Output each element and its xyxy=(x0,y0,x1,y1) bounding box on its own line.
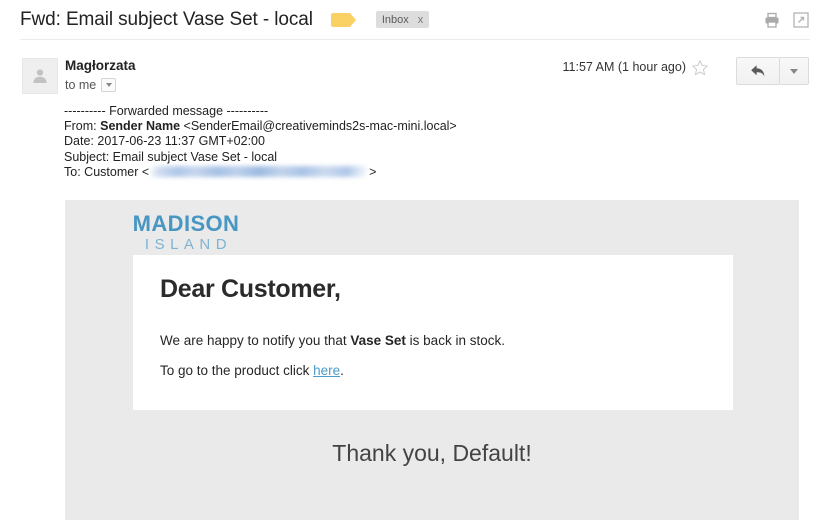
subject-bar: Fwd: Email subject Vase Set - local Inbo… xyxy=(0,0,823,39)
product-name: Vase Set xyxy=(350,333,406,348)
forwarded-from-line: From: Sender Name <SenderEmail@creativem… xyxy=(64,119,457,134)
forwarded-separator: ---------- Forwarded message ---------- xyxy=(64,104,269,118)
print-icon[interactable] xyxy=(764,12,780,33)
chevron-down-icon xyxy=(790,68,798,74)
product-link[interactable]: here xyxy=(313,363,340,378)
brand-logo-primary: MADISON xyxy=(132,211,240,236)
page-title: Fwd: Email subject Vase Set - local xyxy=(20,8,313,30)
date-label: Date: xyxy=(64,134,94,149)
brand-logo-secondary: ISLAND xyxy=(144,236,233,253)
inbox-chip-label: Inbox xyxy=(381,13,409,26)
forwarded-message-header: ---------- Forwarded message ---------- … xyxy=(64,104,457,180)
email-content-card: Dear Customer, We are happy to notify yo… xyxy=(133,255,733,410)
recipient-row[interactable]: to me xyxy=(65,78,117,92)
label-tag-icon[interactable] xyxy=(330,12,356,27)
forwarded-subject-line: Subject: Email subject Vase Set - local xyxy=(64,150,457,165)
email-body-canvas: MADISON ISLAND Dear Customer, We are hap… xyxy=(65,200,799,520)
stock-text-suffix: is back in stock. xyxy=(405,333,505,348)
subject-value: Email subject Vase Set - local xyxy=(112,149,278,164)
close-icon[interactable]: x xyxy=(418,14,424,26)
star-icon[interactable] xyxy=(691,59,709,82)
date-value: 2017-06-23 11:37 GMT+02:00 xyxy=(97,134,265,149)
forwarded-to-line: To: Customer < > xyxy=(64,165,457,180)
open-in-new-window-icon[interactable] xyxy=(793,12,809,33)
product-link-text: To go to the product click here. xyxy=(160,363,344,378)
person-avatar-icon xyxy=(33,69,47,83)
email-footer-text: Thank you, Default! xyxy=(332,440,532,466)
forwarded-date-line: Date: 2017-06-23 11:37 GMT+02:00 xyxy=(64,134,457,149)
sender-name[interactable]: Magłorzata xyxy=(65,58,136,73)
to-name: Customer xyxy=(84,164,139,179)
reply-arrow-icon xyxy=(751,65,765,77)
subject-label: Subject: xyxy=(64,149,110,164)
brand-logo: MADISON ISLAND xyxy=(126,212,246,254)
avatar[interactable] xyxy=(22,58,58,94)
reply-button[interactable] xyxy=(736,57,780,85)
from-email: <SenderEmail@creativeminds2s-mac-mini.lo… xyxy=(183,119,457,134)
header-actions xyxy=(764,12,809,33)
redacted-email-address xyxy=(150,165,369,177)
header-divider xyxy=(20,39,810,40)
message-timestamp: 11:57 AM (1 hour ago) xyxy=(562,60,686,74)
chevron-down-icon[interactable] xyxy=(101,78,117,92)
more-options-button[interactable] xyxy=(780,57,809,85)
to-open-bracket: < xyxy=(141,164,150,179)
recipient-label: to me xyxy=(65,78,97,92)
to-close-bracket: > xyxy=(369,164,377,179)
message-header: Magłorzata to me 11:57 AM (1 hour ago) xyxy=(0,50,823,98)
greeting-heading: Dear Customer, xyxy=(160,275,341,303)
link-text-prefix: To go to the product click xyxy=(160,363,314,378)
stock-text-prefix: We are happy to notify you that xyxy=(160,333,351,348)
from-label: From: xyxy=(64,119,97,134)
inbox-label-chip[interactable]: Inbox x xyxy=(375,11,430,28)
from-name: Sender Name xyxy=(100,119,181,134)
stock-notification-text: We are happy to notify you that Vase Set… xyxy=(160,333,505,348)
to-label: To: xyxy=(64,164,81,179)
link-text-suffix: . xyxy=(340,363,344,378)
